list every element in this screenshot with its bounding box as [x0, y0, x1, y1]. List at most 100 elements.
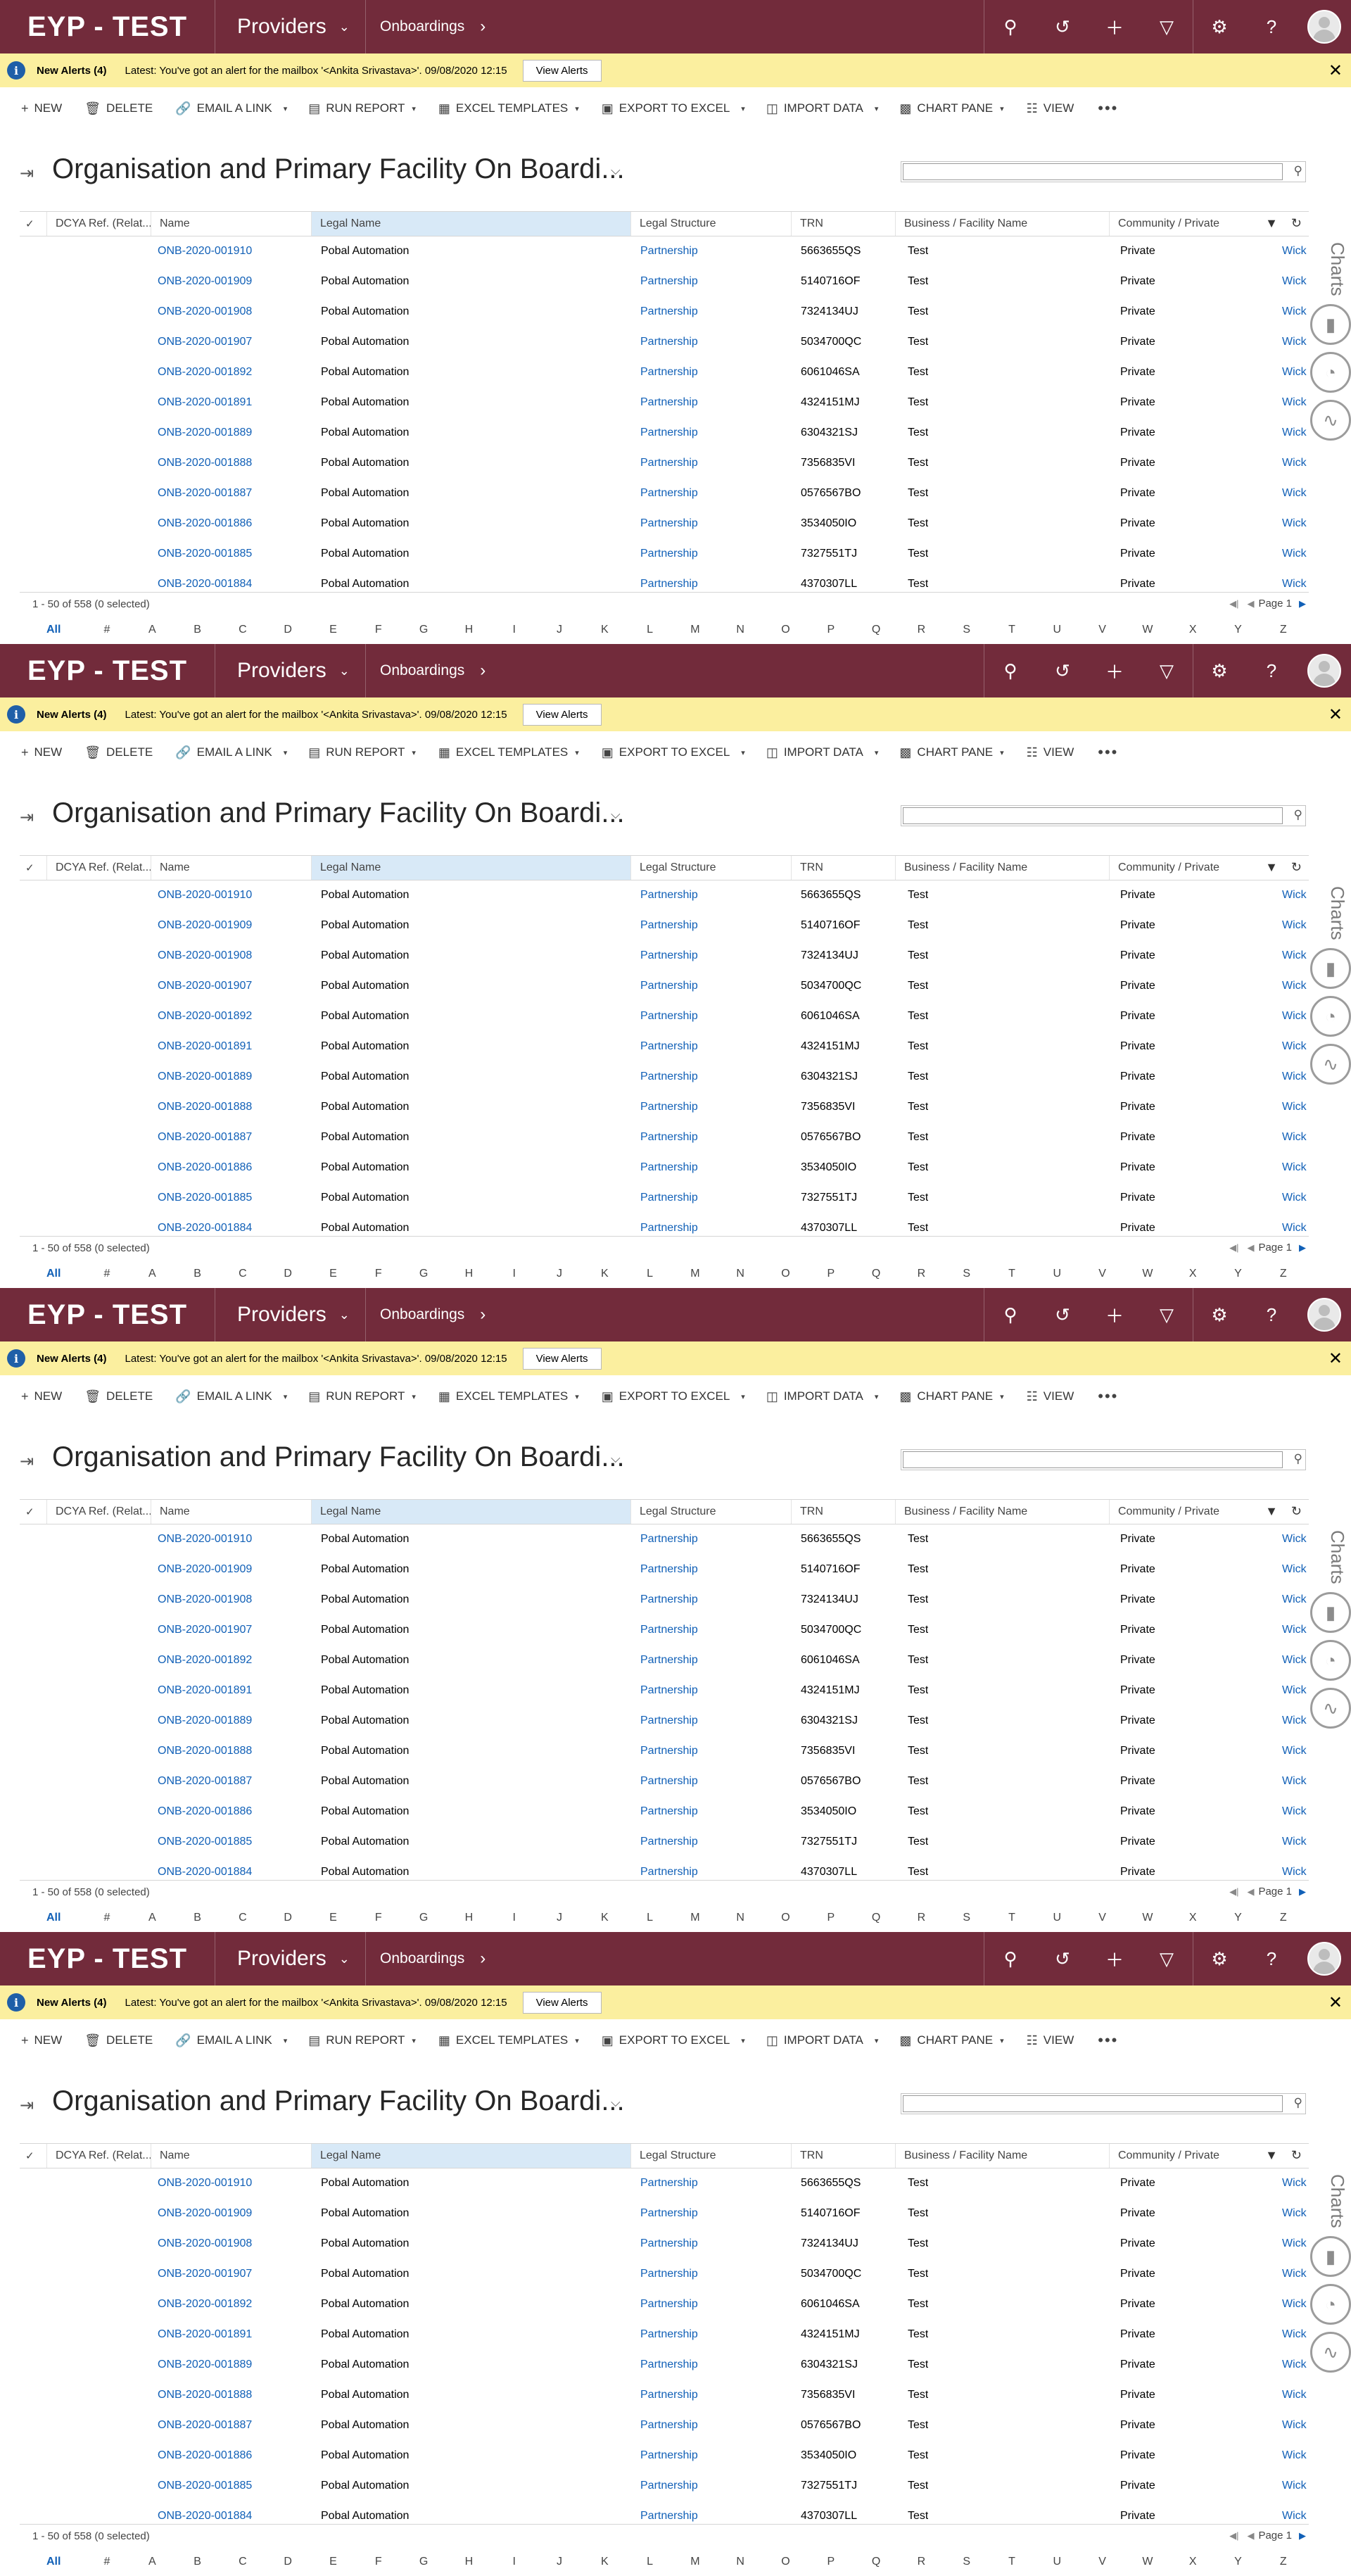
table-row[interactable]: ONB-2020-001907 Pobal Automation Partnersh…: [20, 1615, 1309, 1645]
more-commands-icon[interactable]: •••: [1085, 743, 1131, 762]
related-record-link[interactable]: Wick: [1282, 1554, 1307, 1584]
jump-letter[interactable]: X: [1170, 624, 1215, 636]
record-name-link[interactable]: ONB-2020-001891: [158, 2319, 252, 2349]
entity-breadcrumb[interactable]: Onboardings ›: [366, 0, 486, 53]
table-row[interactable]: ONB-2020-001910 Pobal Automation Partnersh…: [20, 1524, 1309, 1554]
column-header-community-private[interactable]: Community / Private: [1109, 1500, 1264, 1524]
import-data-button[interactable]: ◫ IMPORT DATA: [755, 2019, 875, 2062]
jump-letter[interactable]: E: [311, 1268, 356, 1280]
related-record-link[interactable]: Wick: [1282, 2349, 1307, 2380]
table-row[interactable]: ONB-2020-001909 Pobal Automation Partnersh…: [20, 1554, 1309, 1584]
legal-structure-link[interactable]: Partnership: [640, 910, 698, 940]
record-name-link[interactable]: ONB-2020-001885: [158, 1826, 252, 1857]
jump-letter[interactable]: D: [265, 2556, 310, 2568]
column-header-trn[interactable]: TRN: [791, 856, 895, 880]
excel-templates-button[interactable]: ▦ EXCEL TEMPLATES ▾: [427, 731, 590, 774]
table-row[interactable]: ONB-2020-001889 Pobal Automation Partnersh…: [20, 417, 1309, 448]
jump-letter[interactable]: S: [944, 1912, 989, 1924]
column-header-name[interactable]: Name: [151, 856, 311, 880]
related-record-link[interactable]: Wick: [1282, 2319, 1307, 2349]
jump-letter[interactable]: A: [129, 1268, 175, 1280]
jump-letter[interactable]: N: [718, 2556, 763, 2568]
legal-structure-link[interactable]: Partnership: [640, 2259, 698, 2289]
jump-letter[interactable]: P: [808, 624, 854, 636]
first-page-icon[interactable]: ◀|: [1229, 1242, 1238, 1254]
related-record-link[interactable]: Wick: [1282, 1152, 1307, 1182]
line-chart-icon[interactable]: ∿: [1310, 1688, 1351, 1729]
jump-letter[interactable]: B: [175, 2556, 220, 2568]
previous-page-icon[interactable]: ◀: [1247, 2530, 1254, 2542]
related-record-link[interactable]: Wick: [1282, 1001, 1307, 1031]
pin-icon[interactable]: ⇥: [20, 1451, 34, 1472]
filter-icon[interactable]: ▽: [1141, 644, 1193, 697]
record-name-link[interactable]: ONB-2020-001888: [158, 2380, 252, 2410]
legal-structure-link[interactable]: Partnership: [640, 1796, 698, 1826]
jump-letter[interactable]: V: [1080, 1912, 1125, 1924]
table-row[interactable]: ONB-2020-001907 Pobal Automation Partnersh…: [20, 2259, 1309, 2289]
chart-pane-button[interactable]: ▩ CHART PANE ▾: [888, 87, 1015, 130]
more-commands-icon[interactable]: •••: [1085, 1387, 1131, 1406]
email-link-dropdown[interactable]: ▾: [284, 748, 298, 757]
charts-pane-label[interactable]: Charts: [1320, 1530, 1348, 1593]
legal-structure-link[interactable]: Partnership: [640, 1092, 698, 1122]
column-header-dcya-ref[interactable]: DCYA Ref. (Relat...: [46, 2144, 151, 2168]
column-header-legal-structure[interactable]: Legal Structure: [630, 2144, 791, 2168]
legal-structure-link[interactable]: Partnership: [640, 2470, 698, 2501]
jump-letter[interactable]: A: [129, 1912, 175, 1924]
record-name-link[interactable]: ONB-2020-001892: [158, 2289, 252, 2319]
related-record-link[interactable]: Wick: [1282, 1857, 1307, 1879]
jump-letter[interactable]: J: [537, 1912, 582, 1924]
charts-pane-label[interactable]: Charts: [1320, 242, 1348, 305]
related-record-link[interactable]: Wick: [1282, 1182, 1307, 1213]
refresh-icon[interactable]: ↻: [1291, 216, 1302, 230]
record-name-link[interactable]: ONB-2020-001888: [158, 1736, 252, 1766]
related-record-link[interactable]: Wick: [1282, 1031, 1307, 1061]
view-alerts-button[interactable]: View Alerts: [522, 1991, 602, 2014]
jump-letter[interactable]: Q: [854, 1268, 899, 1280]
record-name-link[interactable]: ONB-2020-001887: [158, 2410, 252, 2440]
search-icon[interactable]: ⚲: [1294, 808, 1302, 822]
refresh-icon[interactable]: ↻: [1291, 1504, 1302, 1518]
search-icon[interactable]: ⚲: [1294, 2096, 1302, 2110]
table-row[interactable]: ONB-2020-001885 Pobal Automation Partnersh…: [20, 1182, 1309, 1213]
jump-letter[interactable]: #: [84, 624, 129, 636]
record-name-link[interactable]: ONB-2020-001910: [158, 236, 252, 266]
jump-letter[interactable]: O: [763, 624, 808, 636]
table-row[interactable]: ONB-2020-001892 Pobal Automation Partnersh…: [20, 1645, 1309, 1675]
table-row[interactable]: ONB-2020-001888 Pobal Automation Partnersh…: [20, 1736, 1309, 1766]
close-icon[interactable]: ✕: [1328, 705, 1343, 725]
delete-button[interactable]: 🗑 DELETE: [73, 87, 164, 130]
table-row[interactable]: ONB-2020-001889 Pobal Automation Partnersh…: [20, 1061, 1309, 1092]
line-chart-icon[interactable]: ∿: [1310, 2332, 1351, 2373]
legal-structure-link[interactable]: Partnership: [640, 266, 698, 296]
legal-structure-link[interactable]: Partnership: [640, 2289, 698, 2319]
area-switcher[interactable]: Providers ⌄: [215, 644, 366, 697]
jump-letter[interactable]: K: [582, 2556, 627, 2568]
filter-icon[interactable]: ▼: [1265, 1504, 1278, 1518]
view-alerts-button[interactable]: View Alerts: [522, 703, 602, 726]
bar-chart-icon[interactable]: ▮: [1310, 2236, 1351, 2277]
jump-letter[interactable]: I: [492, 624, 537, 636]
table-row[interactable]: ONB-2020-001909 Pobal Automation Partnersh…: [20, 266, 1309, 296]
related-record-link[interactable]: Wick: [1282, 1796, 1307, 1826]
jump-letter[interactable]: D: [265, 1268, 310, 1280]
legal-structure-link[interactable]: Partnership: [640, 1524, 698, 1554]
filter-icon[interactable]: ▼: [1265, 860, 1278, 874]
jump-letter[interactable]: V: [1080, 2556, 1125, 2568]
brand-logo[interactable]: EYP - TEST: [0, 1932, 215, 1985]
legal-structure-link[interactable]: Partnership: [640, 448, 698, 478]
related-record-link[interactable]: Wick: [1282, 1092, 1307, 1122]
record-name-link[interactable]: ONB-2020-001891: [158, 1675, 252, 1705]
next-page-icon[interactable]: ▶: [1299, 598, 1306, 610]
previous-page-icon[interactable]: ◀: [1247, 598, 1254, 610]
legal-structure-link[interactable]: Partnership: [640, 2349, 698, 2380]
run-report-button[interactable]: ▤ RUN REPORT ▾: [297, 2019, 427, 2062]
related-record-link[interactable]: Wick: [1282, 1213, 1307, 1235]
table-row[interactable]: ONB-2020-001910 Pobal Automation Partnersh…: [20, 880, 1309, 910]
email-link-dropdown[interactable]: ▾: [284, 1392, 298, 1401]
legal-structure-link[interactable]: Partnership: [640, 1766, 698, 1796]
column-header-facility-name[interactable]: Business / Facility Name: [895, 1500, 1109, 1524]
record-name-link[interactable]: ONB-2020-001884: [158, 2501, 252, 2523]
related-record-link[interactable]: Wick: [1282, 357, 1307, 387]
jump-letter[interactable]: L: [628, 1268, 673, 1280]
